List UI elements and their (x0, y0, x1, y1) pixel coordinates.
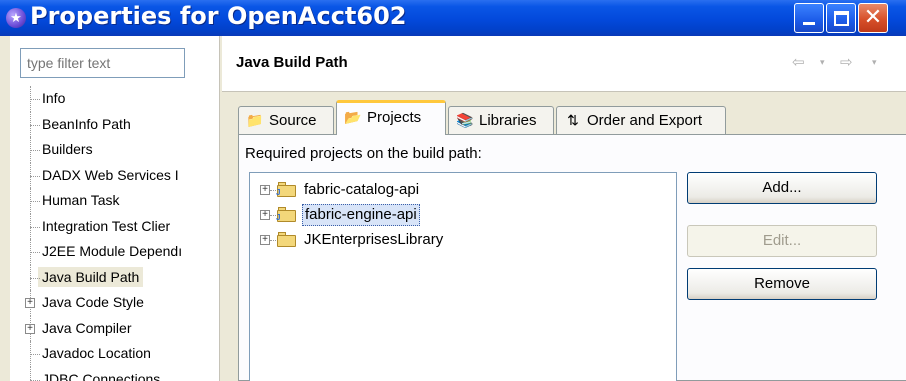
tree-item-label: DADX Web Services I (42, 166, 179, 183)
expand-icon[interactable]: + (25, 298, 35, 308)
expand-icon[interactable]: + (25, 323, 35, 334)
tree-item-j2ee-module-dependencies[interactable]: J2EE Module Dependı (10, 239, 219, 265)
tree-item-label: Info (42, 90, 66, 106)
property-page: Java Build Path ⇦ ▾ ⇨ ▾ 📁 Source 📂 Project… (222, 36, 906, 381)
project-name: fabric-engine-api (302, 204, 420, 226)
minimize-button[interactable] (794, 3, 824, 33)
project-name: JKEnterprisesLibrary (304, 231, 444, 248)
remove-button[interactable]: Remove (687, 268, 877, 300)
required-projects-label: Required projects on the build path: (245, 145, 482, 162)
tree-item-jdbc-connections[interactable]: JDBC Connections (10, 366, 219, 381)
window-title: Properties for OpenAcct602 (30, 2, 407, 30)
close-icon: ✕ (863, 5, 883, 30)
eclipse-icon: ★ (6, 8, 26, 28)
tree-item-label: Builders (42, 141, 93, 157)
property-navigation-pane: Info BeanInfo Path Builders DADX Web Ser… (10, 36, 220, 381)
tree-item-human-task[interactable]: Human Task (10, 188, 219, 214)
tree-item-label: Integration Test Clier (42, 217, 171, 234)
tree-item-builders[interactable]: Builders (10, 137, 219, 163)
tree-item-info[interactable]: Info (10, 86, 219, 112)
tree-item-label: J2EE Module Dependı (42, 243, 183, 259)
projects-tab-panel: Required projects on the build path: + J… (238, 134, 906, 381)
edit-button[interactable]: Edit... (687, 225, 877, 257)
forward-arrow-icon[interactable]: ⇨ (840, 53, 853, 71)
back-arrow-icon[interactable]: ⇦ (792, 53, 805, 71)
tree-item-label: Java Code Style (42, 294, 144, 310)
tree-item-label: Human Task (42, 192, 120, 208)
tab-label: Projects (367, 109, 422, 126)
projects-folder-icon: 📂 (344, 109, 362, 125)
tree-item-dadx-web-services[interactable]: DADX Web Services I (10, 162, 219, 188)
libraries-icon: 📚 (456, 112, 474, 128)
tab-source[interactable]: 📁 Source (238, 106, 334, 134)
order-export-icon: ⇅ (567, 112, 579, 128)
java-project-icon: J (276, 182, 298, 198)
forward-dropdown-icon[interactable]: ▾ (872, 58, 877, 68)
back-dropdown-icon[interactable]: ▾ (820, 58, 825, 68)
minimize-icon (803, 22, 815, 25)
title-bar[interactable]: ★ Properties for OpenAcct602 ✕ (0, 0, 906, 36)
tab-libraries[interactable]: 📚 Libraries (448, 106, 554, 134)
tree-item-label: BeanInfo Path (42, 115, 131, 132)
java-project-icon: J (276, 207, 298, 223)
tree-item-label: Java Build Path (38, 266, 144, 287)
page-header: Java Build Path ⇦ ▾ ⇨ ▾ (222, 36, 906, 92)
projects-list[interactable]: + J fabric-catalog-api + J fabric-engine… (249, 172, 677, 381)
tab-projects[interactable]: 📂 Projects (336, 100, 446, 135)
source-folder-icon: 📁 (246, 112, 264, 128)
tree-item-java-build-path[interactable]: Java Build Path (10, 264, 219, 290)
add-button[interactable]: Add... (687, 172, 877, 204)
maximize-button[interactable] (826, 3, 856, 33)
tab-label: Libraries (479, 112, 537, 129)
tab-label: Order and Export (587, 112, 703, 129)
project-name: fabric-catalog-api (304, 181, 420, 198)
tree-item-java-compiler[interactable]: + Java Compiler (10, 315, 219, 341)
filter-input[interactable] (20, 48, 185, 78)
tree-item-label: JDBC Connections (42, 370, 161, 381)
expand-icon[interactable]: + (260, 210, 270, 220)
tree-item-label: Java Compiler (42, 319, 132, 336)
expand-icon[interactable]: + (260, 185, 270, 195)
tab-label: Source (269, 112, 317, 129)
expand-icon[interactable]: + (260, 235, 270, 245)
folder-icon (276, 232, 298, 248)
tree-item-beaninfo-path[interactable]: BeanInfo Path (10, 111, 219, 137)
tab-order-and-export[interactable]: ⇅ Order and Export (556, 106, 726, 134)
close-button[interactable]: ✕ (858, 3, 888, 33)
tree-item-label: Javadoc Location (42, 345, 151, 361)
tree-item-java-code-style[interactable]: + Java Code Style (10, 290, 219, 316)
property-tree: Info BeanInfo Path Builders DADX Web Ser… (10, 86, 219, 381)
page-title: Java Build Path (236, 54, 348, 71)
maximize-icon (834, 11, 849, 26)
tree-item-javadoc-location[interactable]: Javadoc Location (10, 341, 219, 367)
tree-item-integration-test-client[interactable]: Integration Test Clier (10, 213, 219, 239)
